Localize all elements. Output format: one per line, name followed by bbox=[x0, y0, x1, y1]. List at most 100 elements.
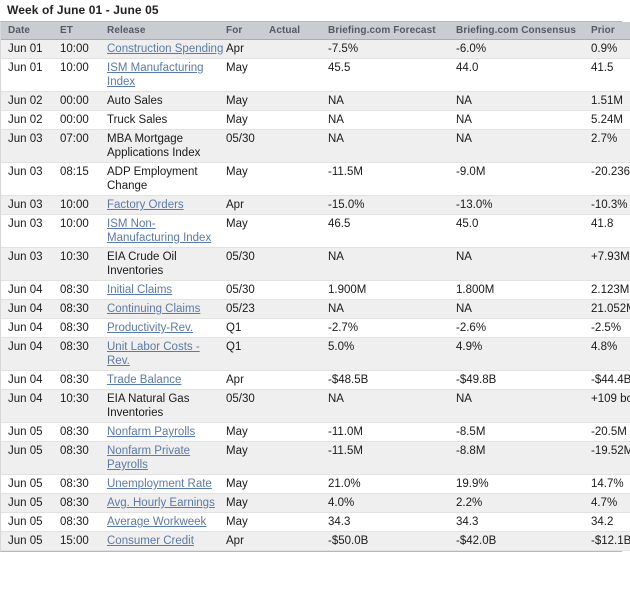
cell-for: May bbox=[226, 422, 269, 442]
table-row: Jun 05 15:00 Consumer Credit Apr -$50.0B -$42… bbox=[1, 531, 630, 551]
release-link[interactable]: Avg. Hourly Earnings bbox=[107, 497, 215, 509]
column-header-release: Release bbox=[107, 22, 226, 40]
cell-actual bbox=[269, 474, 328, 494]
cell-date: Jun 05 bbox=[1, 531, 60, 551]
cell-date: Jun 04 bbox=[1, 337, 60, 371]
cell-actual bbox=[269, 441, 328, 475]
release-label: EIA Natural Gas Inventories bbox=[107, 393, 190, 419]
cell-consensus: -6.0% bbox=[456, 39, 591, 59]
table-row: Jun 03 07:00 MBA Mortgage Applications Ind… bbox=[1, 129, 630, 163]
cell-consensus: -8.5M bbox=[456, 422, 591, 442]
cell-forecast: -$50.0B bbox=[328, 531, 456, 551]
cell-date: Jun 03 bbox=[1, 214, 60, 248]
cell-prior: -20.5M bbox=[591, 422, 630, 442]
cell-forecast: 1.900M bbox=[328, 280, 456, 300]
column-header-actual: Actual bbox=[269, 22, 328, 40]
release-link[interactable]: ISM Non-Manufacturing Index bbox=[107, 218, 211, 244]
column-header-for: For bbox=[226, 22, 269, 40]
table-row: Jun 02 00:00 Truck Sales May NA NA 5.24M bbox=[1, 110, 630, 130]
cell-release: Productivity-Rev. bbox=[107, 318, 226, 338]
economic-calendar-table: Date ET Release For Actual Briefing.com … bbox=[1, 22, 630, 551]
cell-forecast: -11.5M bbox=[328, 441, 456, 475]
cell-prior: 41.8 bbox=[591, 214, 630, 248]
table-row: Jun 01 10:00 ISM Manufacturing Index May 45.… bbox=[1, 58, 630, 92]
cell-forecast: NA bbox=[328, 110, 456, 130]
cell-prior: 1.51M bbox=[591, 91, 630, 111]
cell-prior: 21.052M bbox=[591, 299, 630, 319]
cell-consensus: 2.2% bbox=[456, 493, 591, 513]
cell-forecast: -2.7% bbox=[328, 318, 456, 338]
cell-actual bbox=[269, 512, 328, 532]
table-row: Jun 04 08:30 Initial Claims 05/30 1.900M 1.80… bbox=[1, 280, 630, 300]
release-link[interactable]: Nonfarm Payrolls bbox=[107, 426, 195, 438]
cell-et: 08:15 bbox=[60, 162, 107, 196]
cell-for: May bbox=[226, 441, 269, 475]
release-link[interactable]: Productivity-Rev. bbox=[107, 322, 193, 334]
release-link[interactable]: Nonfarm Private Payrolls bbox=[107, 445, 190, 471]
cell-forecast: -11.5M bbox=[328, 162, 456, 196]
cell-date: Jun 03 bbox=[1, 162, 60, 196]
table-row: Jun 04 10:30 EIA Natural Gas Inventories 05… bbox=[1, 389, 630, 423]
cell-release: ADP Employment Change bbox=[107, 162, 226, 196]
cell-actual bbox=[269, 337, 328, 371]
cell-actual bbox=[269, 110, 328, 130]
cell-forecast: -15.0% bbox=[328, 195, 456, 215]
cell-date: Jun 03 bbox=[1, 195, 60, 215]
cell-release: MBA Mortgage Applications Index bbox=[107, 129, 226, 163]
table-row: Jun 05 08:30 Avg. Hourly Earnings May 4.0% 2.… bbox=[1, 493, 630, 513]
release-link[interactable]: Trade Balance bbox=[107, 374, 181, 386]
release-link[interactable]: Construction Spending bbox=[107, 43, 223, 55]
cell-forecast: 21.0% bbox=[328, 474, 456, 494]
cell-prior: -19.52M bbox=[591, 441, 630, 475]
cell-date: Jun 01 bbox=[1, 58, 60, 92]
release-link[interactable]: Consumer Credit bbox=[107, 535, 194, 547]
cell-date: Jun 05 bbox=[1, 512, 60, 532]
cell-forecast: 46.5 bbox=[328, 214, 456, 248]
cell-et: 10:30 bbox=[60, 389, 107, 423]
cell-date: Jun 04 bbox=[1, 370, 60, 390]
cell-release: Factory Orders bbox=[107, 195, 226, 215]
table-body: Jun 01 10:00 Construction Spending Apr -7.5%… bbox=[1, 39, 630, 551]
release-link[interactable]: Unit Labor Costs - Rev. bbox=[107, 341, 200, 367]
release-link[interactable]: Initial Claims bbox=[107, 284, 172, 296]
cell-prior: 34.2 bbox=[591, 512, 630, 532]
cell-prior: -2.5% bbox=[591, 318, 630, 338]
cell-et: 08:30 bbox=[60, 422, 107, 442]
cell-for: Q1 bbox=[226, 318, 269, 338]
cell-date: Jun 04 bbox=[1, 299, 60, 319]
cell-et: 08:30 bbox=[60, 299, 107, 319]
cell-prior: -$12.1B bbox=[591, 531, 630, 551]
cell-date: Jun 02 bbox=[1, 91, 60, 111]
cell-forecast: NA bbox=[328, 389, 456, 423]
cell-prior: 41.5 bbox=[591, 58, 630, 92]
column-header-prior: Prior bbox=[591, 22, 630, 40]
cell-forecast: NA bbox=[328, 91, 456, 111]
cell-release: Consumer Credit bbox=[107, 531, 226, 551]
cell-actual bbox=[269, 39, 328, 59]
table-row: Jun 05 08:30 Unemployment Rate May 21.0% 19.9… bbox=[1, 474, 630, 494]
release-link[interactable]: Continuing Claims bbox=[107, 303, 200, 315]
release-link[interactable]: Unemployment Rate bbox=[107, 478, 212, 490]
release-link[interactable]: Factory Orders bbox=[107, 199, 184, 211]
cell-release: Average Workweek bbox=[107, 512, 226, 532]
release-label: ADP Employment Change bbox=[107, 166, 198, 192]
table-row: Jun 05 08:30 Nonfarm Payrolls May -11.0M -8.5… bbox=[1, 422, 630, 442]
cell-release: Nonfarm Payrolls bbox=[107, 422, 226, 442]
cell-prior: 14.7% bbox=[591, 474, 630, 494]
cell-release: EIA Crude Oil Inventories bbox=[107, 247, 226, 281]
cell-for: 05/30 bbox=[226, 247, 269, 281]
cell-date: Jun 01 bbox=[1, 39, 60, 59]
cell-actual bbox=[269, 280, 328, 300]
cell-for: 05/23 bbox=[226, 299, 269, 319]
cell-release: Trade Balance bbox=[107, 370, 226, 390]
release-link[interactable]: Average Workweek bbox=[107, 516, 206, 528]
cell-forecast: NA bbox=[328, 247, 456, 281]
cell-for: 05/30 bbox=[226, 129, 269, 163]
cell-actual bbox=[269, 389, 328, 423]
cell-for: Apr bbox=[226, 195, 269, 215]
table-row: Jun 04 08:30 Productivity-Rev. Q1 -2.7% -2.6%… bbox=[1, 318, 630, 338]
cell-consensus: 19.9% bbox=[456, 474, 591, 494]
cell-date: Jun 05 bbox=[1, 474, 60, 494]
release-link[interactable]: ISM Manufacturing Index bbox=[107, 62, 204, 88]
cell-forecast: -7.5% bbox=[328, 39, 456, 59]
